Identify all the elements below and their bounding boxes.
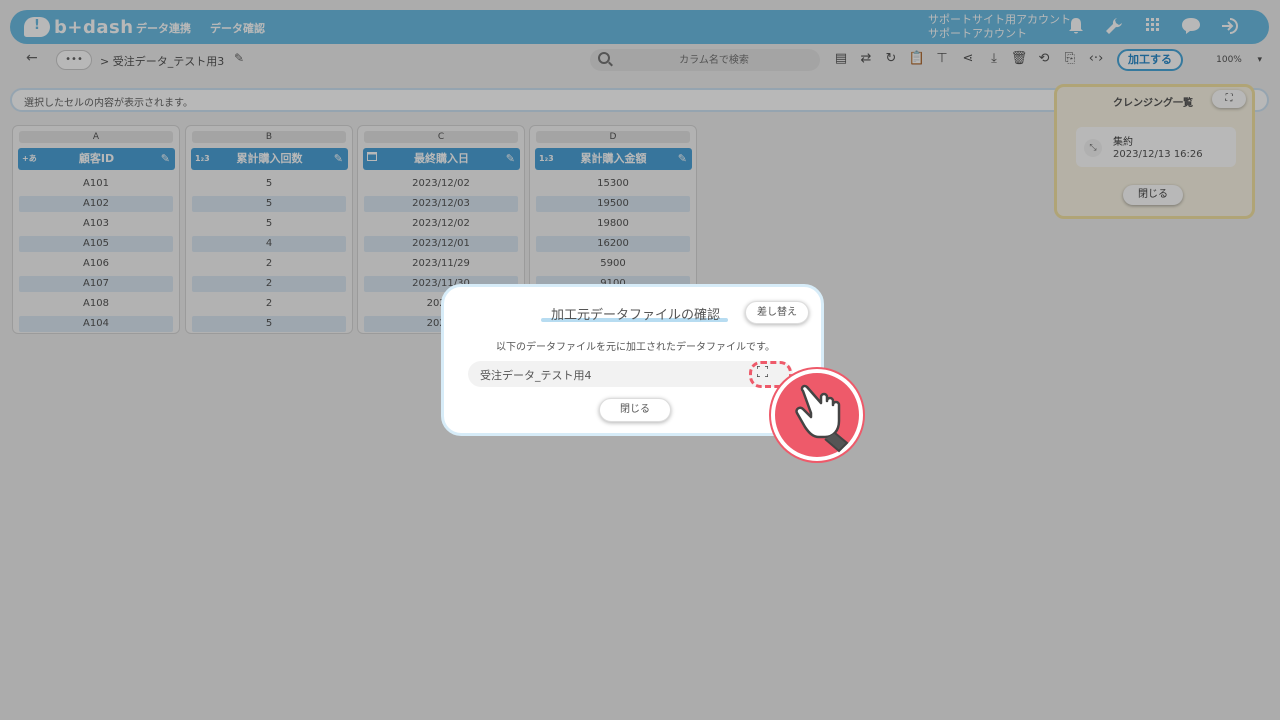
replace-button[interactable]: 差し替え: [745, 301, 809, 324]
source-file-name: 受注データ_テスト用4: [480, 369, 592, 382]
source-file-dialog: 加工元データファイルの確認 差し替え 以下のデータファイルを元に加工されたデータ…: [441, 284, 824, 436]
source-file-row: 受注データ_テスト用4: [468, 361, 793, 387]
close-dialog-button[interactable]: 閉じる: [599, 398, 671, 422]
dialog-description: 以下のデータファイルを元に加工されたデータファイルです。: [496, 342, 775, 353]
pointing-hand-icon: [795, 384, 849, 453]
pointer-hint: [771, 369, 863, 461]
